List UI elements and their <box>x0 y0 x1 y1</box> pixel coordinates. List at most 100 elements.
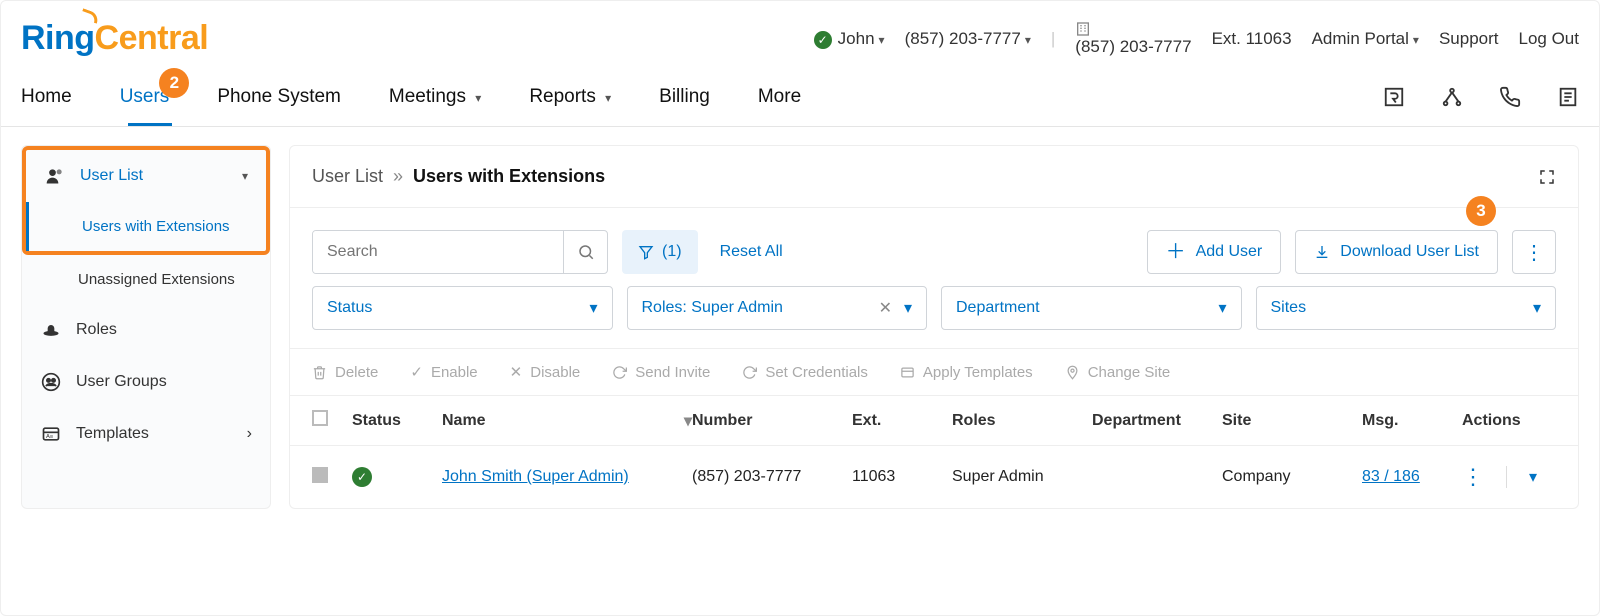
user-name-link[interactable]: John Smith (Super Admin) <box>442 468 629 486</box>
col-actions: Actions <box>1462 412 1556 430</box>
col-department[interactable]: Department <box>1092 412 1222 430</box>
building-icon <box>1075 21 1191 37</box>
sidebar-user-list[interactable]: User List ▾ <box>26 150 266 202</box>
extension-label: Ext. 11063 <box>1212 29 1292 49</box>
check-icon: ✓ <box>814 31 832 49</box>
refresh-icon <box>612 365 627 380</box>
chevron-down-icon: ▾ <box>1025 33 1031 47</box>
phone-dropdown[interactable]: (857) 203-7777▾ <box>905 29 1031 49</box>
user-msg-link[interactable]: 83 / 186 <box>1362 468 1420 485</box>
download-icon <box>1314 244 1330 260</box>
nav-meetings[interactable]: Meetings ▾ <box>389 86 481 126</box>
chevron-down-icon: ▾ <box>879 33 885 47</box>
divider <box>1506 466 1507 488</box>
user-roles: Super Admin <box>952 468 1092 486</box>
row-expand-chevron[interactable]: ▾ <box>1529 467 1537 487</box>
sites-dropdown[interactable]: Sites ▾ <box>1256 286 1557 330</box>
user-number: (857) 203-7777 <box>692 468 852 486</box>
nav-reports[interactable]: Reports ▾ <box>529 86 611 126</box>
select-all-checkbox[interactable] <box>312 410 328 426</box>
col-roles[interactable]: Roles <box>952 412 1092 430</box>
sidebar-templates[interactable]: A≡ Templates › <box>22 408 270 460</box>
bulk-disable[interactable]: ✕Disable <box>510 363 581 381</box>
department-dropdown[interactable]: Department ▾ <box>941 286 1242 330</box>
chevron-down-icon: ▾ <box>475 91 481 105</box>
filter-icon <box>638 244 654 260</box>
x-icon: ✕ <box>510 363 523 381</box>
breadcrumb-root[interactable]: User List <box>312 166 383 187</box>
current-user[interactable]: ✓John▾ <box>814 29 885 49</box>
plus-icon: ＋ <box>1166 242 1186 262</box>
filter-button[interactable]: (1) <box>622 230 698 274</box>
search-input[interactable] <box>313 231 563 273</box>
chevron-down-icon: ▾ <box>684 411 692 431</box>
sidebar-unassigned-extensions[interactable]: Unassigned Extensions <box>22 255 270 304</box>
more-actions-button[interactable]: ⋮ <box>1512 230 1556 274</box>
table-header: Status Name ▾ Number Ext. Roles Departme… <box>290 396 1578 446</box>
expand-icon[interactable] <box>1538 168 1556 186</box>
template-icon: A≡ <box>40 424 62 444</box>
nav-home[interactable]: Home <box>21 86 72 126</box>
group-icon <box>40 372 62 392</box>
nav-more[interactable]: More <box>758 86 801 126</box>
download-user-list-button[interactable]: Download User List <box>1295 230 1498 274</box>
support-link[interactable]: Support <box>1439 29 1499 49</box>
callout-badge-2: 2 <box>159 68 189 98</box>
network-icon[interactable] <box>1441 86 1463 108</box>
chevron-down-icon: ▾ <box>589 298 597 318</box>
kebab-icon: ⋮ <box>1524 240 1544 265</box>
add-user-button[interactable]: ＋ Add User <box>1147 230 1282 274</box>
page-title: Users with Extensions <box>413 166 605 187</box>
col-site[interactable]: Site <box>1222 412 1362 430</box>
bulk-set-credentials[interactable]: Set Credentials <box>742 363 868 381</box>
check-icon: ✓ <box>410 363 423 381</box>
bulk-send-invite[interactable]: Send Invite <box>612 363 710 381</box>
phone-icon[interactable] <box>1499 86 1521 108</box>
users-icon <box>44 166 66 186</box>
roles-dropdown[interactable]: Roles: Super Admin ✕ ▾ <box>627 286 928 330</box>
table-row: ✓ John Smith (Super Admin) (857) 203-777… <box>290 446 1578 508</box>
chevron-right-icon: › <box>247 425 252 443</box>
notes-icon[interactable] <box>1557 86 1579 108</box>
portal-dropdown[interactable]: Admin Portal▾ <box>1312 29 1419 49</box>
col-status[interactable]: Status <box>352 412 442 430</box>
sidebar-roles[interactable]: Roles <box>22 304 270 356</box>
bulk-enable[interactable]: ✓Enable <box>410 363 477 381</box>
sidebar: User List ▾ Users with Extensions Unassi… <box>21 145 271 509</box>
reset-all-link[interactable]: Reset All <box>720 243 783 261</box>
user-ext: 11063 <box>852 468 952 486</box>
row-kebab-menu[interactable]: ⋮ <box>1462 464 1484 490</box>
chevron-down-icon: ▾ <box>1533 298 1541 318</box>
nav-phone-system[interactable]: Phone System <box>217 86 341 126</box>
app-icon[interactable] <box>1383 86 1405 108</box>
sidebar-user-groups[interactable]: User Groups <box>22 356 270 408</box>
chevron-down-icon: ▾ <box>605 91 611 105</box>
refresh-icon <box>742 365 757 380</box>
template-icon <box>900 365 915 380</box>
sidebar-users-with-extensions[interactable]: Users with Extensions <box>26 202 266 251</box>
logout-link[interactable]: Log Out <box>1519 29 1580 49</box>
col-number[interactable]: Number <box>692 412 852 430</box>
bulk-change-site[interactable]: Change Site <box>1065 363 1171 381</box>
main-panel: User List » Users with Extensions (1) <box>289 145 1579 509</box>
divider: | <box>1051 29 1055 49</box>
hat-icon <box>40 320 62 340</box>
logo[interactable]: RingCentral <box>21 19 208 58</box>
search-button[interactable] <box>563 231 607 273</box>
location-icon <box>1065 365 1080 380</box>
search-input-wrap <box>312 230 608 274</box>
nav-users[interactable]: Users 2 <box>120 86 170 126</box>
col-ext[interactable]: Ext. <box>852 412 952 430</box>
chevron-down-icon: ▾ <box>904 298 912 318</box>
col-name[interactable]: Name ▾ <box>442 411 692 431</box>
bulk-delete[interactable]: Delete <box>312 363 378 381</box>
chevron-down-icon: ▾ <box>1218 298 1226 318</box>
status-active-icon: ✓ <box>352 467 372 487</box>
col-msg[interactable]: Msg. <box>1362 412 1462 430</box>
nav-billing[interactable]: Billing <box>659 86 710 126</box>
row-checkbox[interactable] <box>312 467 328 483</box>
bulk-apply-templates[interactable]: Apply Templates <box>900 363 1033 381</box>
clear-icon[interactable]: ✕ <box>879 298 892 318</box>
status-dropdown[interactable]: Status ▾ <box>312 286 613 330</box>
company-phone: (857) 203-7777 <box>1075 21 1191 57</box>
